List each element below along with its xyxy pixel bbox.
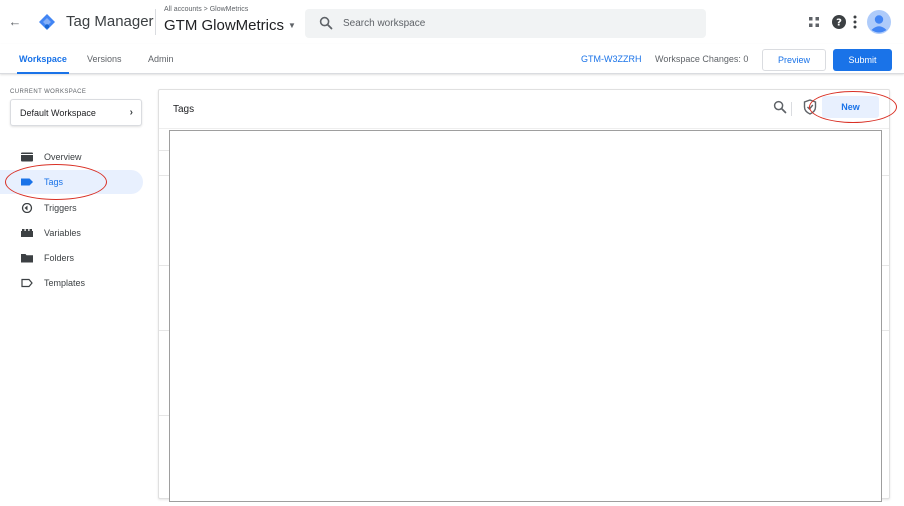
- search-icon[interactable]: [773, 100, 787, 114]
- overview-icon: [21, 152, 33, 162]
- tab-versions[interactable]: Versions: [87, 44, 122, 74]
- workspace-search[interactable]: [305, 9, 706, 38]
- caret-down-icon: ▼: [288, 21, 296, 31]
- tag-manager-logo-icon: [39, 14, 55, 30]
- folder-icon: [21, 254, 33, 263]
- sidebar-item-tags[interactable]: Tags: [0, 170, 143, 194]
- container-id-link[interactable]: GTM-W3ZZRH: [581, 44, 642, 74]
- submit-button[interactable]: Submit: [833, 49, 892, 71]
- preview-button[interactable]: Preview: [762, 49, 826, 71]
- sidebar-item-label: Folders: [44, 253, 75, 263]
- new-tag-button[interactable]: New: [822, 96, 879, 118]
- variables-icon: [21, 229, 33, 237]
- row-divider: [159, 150, 169, 151]
- shield-check-icon[interactable]: [803, 99, 817, 115]
- svg-text:?: ?: [836, 18, 842, 29]
- current-workspace-label: CURRENT WORKSPACE: [10, 89, 87, 95]
- search-icon: [319, 16, 333, 30]
- product-name: Tag Manager: [66, 13, 154, 30]
- tags-panel: Tags New: [158, 89, 890, 502]
- workspace-selector[interactable]: Default Workspace ›: [10, 99, 142, 126]
- template-icon: [21, 278, 33, 288]
- empty-content-area: [169, 130, 882, 502]
- sidebar-item-folders[interactable]: Folders: [0, 246, 143, 270]
- sidebar-item-label: Overview: [44, 152, 82, 162]
- apps-grid-icon[interactable]: [808, 16, 820, 28]
- trigger-icon: [21, 203, 33, 213]
- header-divider: [155, 9, 156, 35]
- panel-title: Tags: [173, 104, 195, 115]
- row-divider: [159, 415, 169, 416]
- sidebar-item-overview[interactable]: Overview: [0, 145, 143, 169]
- sidebar-item-label: Tags: [44, 177, 64, 187]
- row-divider: [159, 265, 169, 266]
- back-arrow-icon[interactable]: ←: [6, 13, 24, 31]
- workspace-changes-count: Workspace Changes: 0: [655, 54, 749, 64]
- toolbar-divider: [791, 102, 792, 116]
- more-vert-icon[interactable]: [850, 14, 860, 30]
- workspace-nav-bar: Workspace Versions Admin GTM-W3ZZRH Work…: [0, 44, 904, 74]
- tab-workspace[interactable]: Workspace: [17, 44, 69, 74]
- chevron-right-icon: ›: [129, 107, 133, 118]
- panel-header-divider: [159, 128, 889, 129]
- container-name: GTM GlowMetrics: [164, 17, 284, 34]
- sidebar-item-triggers[interactable]: Triggers: [0, 196, 143, 220]
- sidebar-item-label: Triggers: [44, 203, 77, 213]
- avatar[interactable]: [867, 10, 891, 34]
- container-switcher[interactable]: GTM GlowMetrics ▼: [164, 16, 296, 36]
- breadcrumb[interactable]: All accounts > GlowMetrics: [164, 5, 248, 14]
- top-app-bar: ← Tag Manager All accounts > GlowMetrics…: [0, 0, 904, 44]
- row-divider: [159, 330, 169, 331]
- sidebar-item-label: Variables: [44, 228, 81, 238]
- search-input[interactable]: [343, 9, 693, 38]
- help-icon[interactable]: ?: [831, 14, 847, 30]
- workspace-name: Default Workspace: [20, 108, 96, 118]
- row-divider: [159, 175, 169, 176]
- tag-icon: [21, 178, 33, 186]
- sidebar-item-variables[interactable]: Variables: [0, 221, 143, 245]
- sidebar-item-templates[interactable]: Templates: [0, 271, 143, 295]
- sidebar-item-label: Templates: [44, 278, 86, 288]
- tab-admin[interactable]: Admin: [148, 44, 174, 74]
